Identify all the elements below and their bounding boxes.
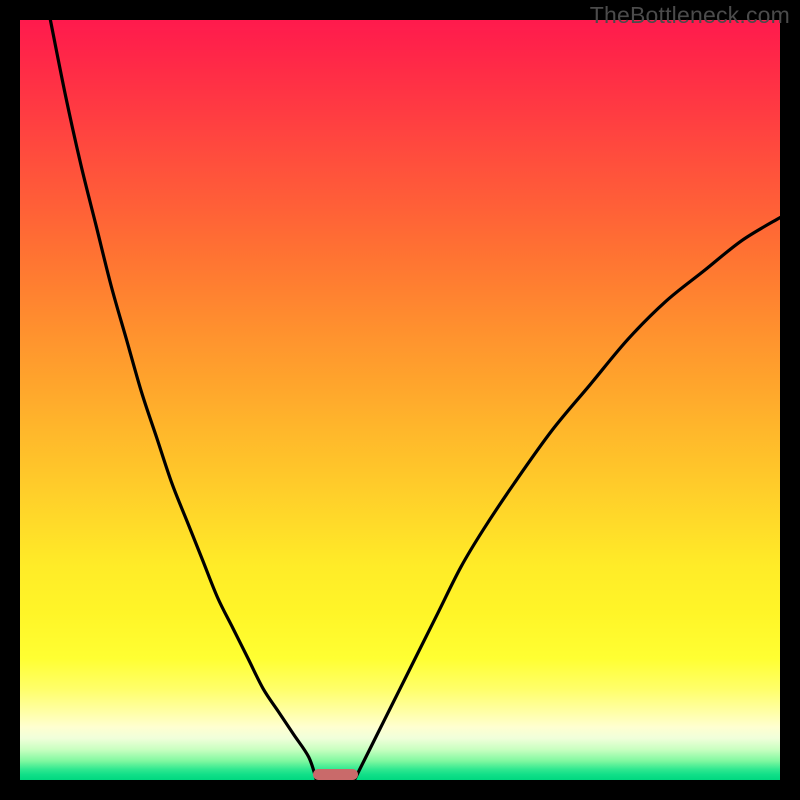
plot-area [20, 20, 780, 780]
watermark-text: TheBottleneck.com [590, 2, 790, 29]
left-bottleneck-curve [50, 20, 316, 780]
chart-container: TheBottleneck.com [0, 0, 800, 800]
right-bottleneck-curve [354, 218, 780, 780]
sweet-spot-marker [313, 769, 359, 780]
curves-layer [20, 20, 780, 780]
